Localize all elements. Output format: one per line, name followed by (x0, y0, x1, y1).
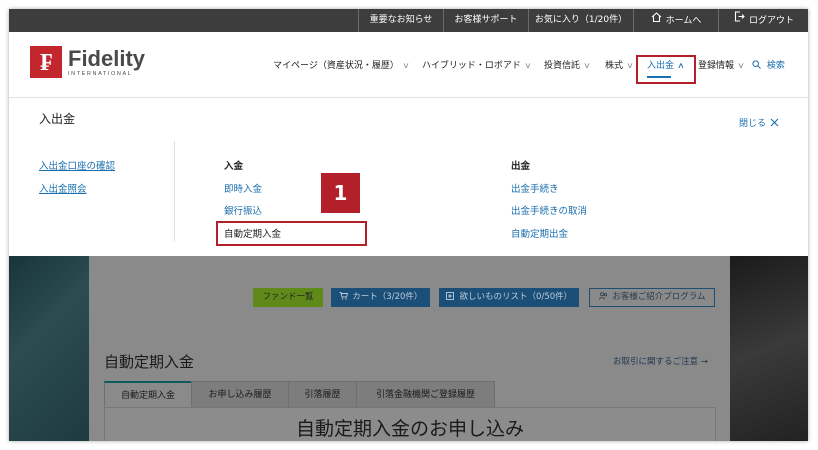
nav-mypage[interactable]: マイページ（資産状況・履歴） ∨ (273, 59, 410, 73)
chevron-down-icon: ∨ (737, 61, 745, 70)
section-heading: 自動定期入金のお申し込み (295, 418, 524, 440)
background-decoration-right (730, 256, 808, 441)
menu-divider (174, 141, 175, 241)
close-icon (766, 118, 779, 129)
trading-notice-link[interactable]: お取引に関するご注意 → (613, 355, 708, 367)
logout-icon (734, 9, 745, 32)
search-icon (752, 60, 767, 71)
chevron-down-icon: ∨ (523, 61, 532, 70)
wishlist-icon (445, 292, 460, 302)
logo-mark-glyph: ₣ (40, 47, 52, 76)
background-page: ファンド一覧 カート（3/20件） 欲しいものリスト（0/50件） お客様ご紹介… (9, 256, 808, 441)
deposit-heading: 入金 (224, 161, 244, 172)
nav-hybrid-roboadvisor[interactable]: ハイブリッド・ロボアド ∨ (422, 59, 532, 73)
chevron-down-icon: ∨ (401, 61, 410, 70)
chevron-down-icon: ∨ (583, 61, 591, 70)
background-decoration-left (9, 256, 89, 441)
withdraw-heading: 出金 (511, 161, 531, 172)
notices-link[interactable]: 重要なお知らせ (358, 9, 443, 32)
nav-highlight-box (636, 55, 696, 84)
tab-debit-history[interactable]: 引落履歴 (288, 381, 357, 409)
utility-bar: 重要なお知らせ お客様サポート お気に入り（1/20件） ホームへ ログアウト (9, 9, 808, 32)
logout-link[interactable]: ログアウト (718, 9, 808, 32)
cart-button[interactable]: カート（3/20件） (331, 288, 430, 307)
referral-program-button[interactable]: お客様ご紹介プログラム (589, 288, 715, 307)
logo-subtitle: INTERNATIONAL (68, 71, 133, 77)
close-menu-button[interactable]: 閉じる (739, 116, 779, 129)
step-number-badge: 1 (321, 173, 360, 213)
logout-label: ログアウト (748, 16, 794, 26)
arrow-right-icon: → (700, 357, 708, 367)
menu-link-bank-transfer[interactable]: 銀行振込 (224, 203, 262, 217)
home-icon (651, 9, 662, 32)
fidelity-logo[interactable]: ₣ Fidelity INTERNATIONAL (30, 46, 145, 80)
page-title: 自動定期入金 (104, 353, 195, 371)
menu-link-withdraw[interactable]: 出金手続き (511, 181, 559, 195)
people-icon (598, 292, 613, 302)
nav-registration[interactable]: 登録情報 ∨ (698, 59, 745, 73)
content-panel: 自動定期入金のお申し込み (104, 407, 716, 441)
menu-link-history[interactable]: 入出金照会 (39, 181, 87, 195)
nav-stocks[interactable]: 株式 ∨ (605, 59, 634, 73)
menu-link-account-check[interactable]: 入出金口座の確認 (39, 158, 115, 172)
nav-investment-trust[interactable]: 投資信託 ∨ (544, 59, 591, 73)
menu-title: 入出金 (39, 112, 76, 126)
menu-link-withdraw-cancel[interactable]: 出金手続きの取消 (511, 203, 587, 217)
tab-application-history[interactable]: お申し込み履歴 (191, 381, 289, 409)
wishlist-button[interactable]: 欲しいものリスト（0/50件） (439, 288, 579, 307)
fund-list-button[interactable]: ファンド一覧 (253, 288, 323, 307)
home-link[interactable]: ホームへ (633, 9, 718, 32)
chevron-down-icon: ∨ (626, 61, 634, 70)
logo-name: Fidelity (68, 46, 146, 71)
home-label: ホームへ (665, 16, 702, 26)
support-link[interactable]: お客様サポート (443, 9, 528, 32)
tab-bank-registration-history[interactable]: 引落金融機関ご登録履歴 (356, 381, 495, 409)
favorites-link[interactable]: お気に入り（1/20件） (528, 9, 633, 32)
browser-frame: 重要なお知らせ お客様サポート お気に入り（1/20件） ホームへ ログアウト … (9, 9, 808, 441)
nav-search[interactable]: 検索 (752, 59, 785, 73)
menu-link-instant-deposit[interactable]: 即時入金 (224, 181, 262, 195)
deposit-withdraw-menu: 入出金 閉じる 入出金口座の確認 入出金照会 入金 即時入金 銀行振込 自動定期… (9, 98, 808, 256)
menu-link-auto-withdraw[interactable]: 自動定期出金 (511, 226, 568, 240)
auto-deposit-highlight-box (216, 221, 367, 246)
tab-auto-deposit[interactable]: 自動定期入金 (104, 381, 192, 409)
cart-icon (339, 292, 353, 302)
